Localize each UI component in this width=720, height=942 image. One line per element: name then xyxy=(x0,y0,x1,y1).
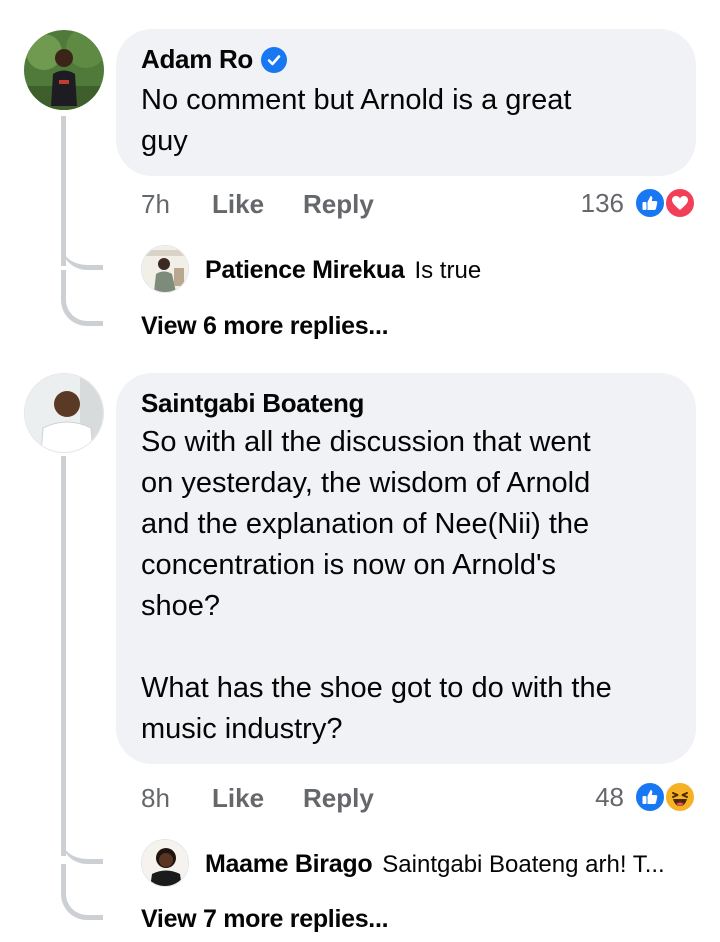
view-more-replies[interactable]: View 7 more replies... xyxy=(141,905,389,934)
view-more-replies[interactable]: View 6 more replies... xyxy=(141,312,389,341)
reply-preview[interactable]: Patience Mirekua Is true xyxy=(205,256,481,285)
thread-curve xyxy=(61,270,103,326)
comment-time[interactable]: 7h xyxy=(141,189,170,220)
thread-curve xyxy=(61,230,103,270)
reply-author[interactable]: Patience Mirekua xyxy=(205,256,405,285)
reaction-count[interactable]: 48 xyxy=(560,782,624,813)
like-button[interactable]: Like xyxy=(212,189,264,220)
thread-line xyxy=(61,456,66,856)
reply-button[interactable]: Reply xyxy=(303,189,374,220)
comment-author[interactable]: Saintgabi Boateng xyxy=(141,388,364,419)
comment-author[interactable]: Adam Ro xyxy=(141,44,288,75)
reply-preview[interactable]: Maame Birago Saintgabi Boateng arh! T... xyxy=(205,850,665,879)
like-icon[interactable] xyxy=(634,781,666,813)
reply-button[interactable]: Reply xyxy=(303,783,374,814)
love-icon[interactable] xyxy=(664,187,696,219)
reply-text: Is true xyxy=(414,257,482,284)
author-name[interactable]: Adam Ro xyxy=(141,44,253,75)
reaction-count[interactable]: 136 xyxy=(560,188,624,219)
avatar[interactable] xyxy=(24,30,104,110)
verified-badge-icon xyxy=(261,46,288,73)
like-button[interactable]: Like xyxy=(212,783,264,814)
author-name[interactable]: Saintgabi Boateng xyxy=(141,388,364,419)
reply-avatar[interactable] xyxy=(141,839,189,887)
comment-text: No comment but Arnold is a great guy xyxy=(141,84,572,157)
like-icon[interactable] xyxy=(634,187,666,219)
avatar[interactable] xyxy=(24,373,104,453)
haha-icon[interactable] xyxy=(664,781,696,813)
thread-curve xyxy=(61,830,103,864)
thread-curve xyxy=(61,864,103,920)
reply-text: Saintgabi Boateng arh! T... xyxy=(382,851,665,878)
reply-author[interactable]: Maame Birago xyxy=(205,850,373,879)
comment-time[interactable]: 8h xyxy=(141,783,170,814)
reply-avatar[interactable] xyxy=(141,245,189,293)
comment-text: So with all the discussion that went on … xyxy=(141,426,612,745)
